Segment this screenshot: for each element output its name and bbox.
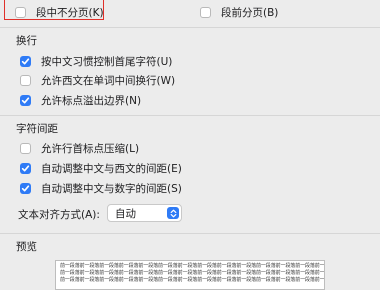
checkbox-box[interactable] xyxy=(20,182,31,194)
keep-lines-together-label: 段中不分页(K) xyxy=(36,6,104,19)
char-spacing-section-title: 字符间距 xyxy=(16,123,58,135)
checkmark-icon xyxy=(21,96,30,103)
cjk-latin-spacing-label: 自动调整中文与西文的间距(E) xyxy=(41,162,182,175)
hanging-punctuation-label: 允许标点溢出边界(N) xyxy=(41,94,142,107)
line-break-section-title: 换行 xyxy=(16,35,37,47)
checkbox-box[interactable] xyxy=(20,162,31,174)
section-divider xyxy=(0,233,380,234)
checkbox-box[interactable] xyxy=(20,94,31,106)
section-divider xyxy=(0,115,380,116)
kinsoku-label: 按中文习惯控制首尾字符(U) xyxy=(41,55,173,68)
checkbox-box[interactable] xyxy=(15,6,26,18)
preview-text-line: 前一段落前一段落前一段落前一段落前一段落前一段落前一段落前一段落前一段落前一段落… xyxy=(60,277,325,283)
page-break-before-checkbox[interactable]: 段前分页(B) xyxy=(200,4,278,20)
checkbox-box[interactable] xyxy=(20,74,31,86)
checkmark-icon xyxy=(21,184,30,191)
paragraph-format-panel: 段中不分页(K) 段前分页(B) 换行 按中文习惯控制首尾字符(U) 允许西文在… xyxy=(0,0,380,290)
checkmark-icon xyxy=(21,57,30,64)
preview-text-line: 前一段落前一段落前一段落前一段落前一段落前一段落前一段落前一段落前一段落前一段落… xyxy=(60,270,325,276)
checkmark-icon xyxy=(21,164,30,171)
compress-punctuation-checkbox[interactable]: 允许行首标点压缩(L) xyxy=(20,140,139,156)
word-wrap-label: 允许西文在单词中间换行(W) xyxy=(41,74,176,87)
up-down-chevron-icon[interactable] xyxy=(167,207,179,219)
page-break-before-label: 段前分页(B) xyxy=(221,6,279,19)
preview-box: 前一段落前一段落前一段落前一段落前一段落前一段落前一段落前一段落前一段落前一段落… xyxy=(55,260,325,290)
text-alignment-select[interactable]: 自动 xyxy=(107,204,182,222)
word-wrap-checkbox[interactable]: 允许西文在单词中间换行(W) xyxy=(20,72,175,88)
text-alignment-value: 自动 xyxy=(115,207,136,220)
preview-section-title: 预览 xyxy=(16,241,37,253)
cjk-number-spacing-checkbox[interactable]: 自动调整中文与数字的间距(S) xyxy=(20,180,182,196)
checkbox-box[interactable] xyxy=(20,55,31,67)
checkbox-box[interactable] xyxy=(200,6,211,18)
hanging-punctuation-checkbox[interactable]: 允许标点溢出边界(N) xyxy=(20,92,141,108)
text-alignment-label: 文本对齐方式(A): xyxy=(18,209,100,221)
compress-punctuation-label: 允许行首标点压缩(L) xyxy=(41,142,140,155)
cjk-number-spacing-label: 自动调整中文与数字的间距(S) xyxy=(41,182,182,195)
keep-lines-together-checkbox[interactable]: 段中不分页(K) xyxy=(15,4,104,20)
section-divider xyxy=(0,27,380,28)
kinsoku-checkbox[interactable]: 按中文习惯控制首尾字符(U) xyxy=(20,53,172,69)
checkbox-box[interactable] xyxy=(20,142,31,154)
cjk-latin-spacing-checkbox[interactable]: 自动调整中文与西文的间距(E) xyxy=(20,160,182,176)
preview-text-line: 前一段落前一段落前一段落前一段落前一段落前一段落前一段落前一段落前一段落前一段落… xyxy=(60,263,325,269)
